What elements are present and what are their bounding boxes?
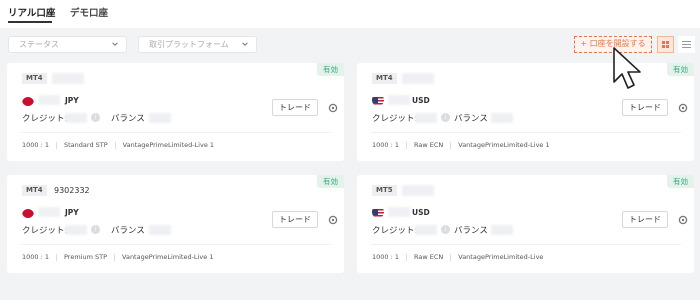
status-select-label: ステータス xyxy=(19,40,59,49)
account-card: 有効 MT4 9302332 JPY クレジット: i バランス トレード 10… xyxy=(7,175,344,273)
redacted-name xyxy=(388,95,410,105)
balance-label: バランス xyxy=(111,226,145,236)
trade-button[interactable]: トレード xyxy=(622,99,668,116)
account-number: 9302332 xyxy=(54,186,90,195)
account-type: Raw ECN xyxy=(414,253,444,261)
credit-label: クレジット: xyxy=(372,226,418,236)
active-tab-indicator xyxy=(8,21,52,23)
tab-real-account[interactable]: リアル口座 xyxy=(8,5,55,19)
balance-label: バランス xyxy=(454,226,488,236)
credit-label: クレジット: xyxy=(372,114,418,124)
server-name: VantagePrimeLimited-Live xyxy=(458,253,544,261)
grid-view-icon xyxy=(662,41,669,48)
redacted-account-number xyxy=(402,73,434,84)
platform-tag: MT4 xyxy=(372,73,397,84)
redacted-account-number xyxy=(52,73,84,84)
redacted-balance xyxy=(149,113,171,123)
account-details: 1000 : 1 Raw ECN VantagePrimeLimited-Live xyxy=(372,253,543,261)
trade-button[interactable]: トレード xyxy=(272,211,318,228)
currency-label: JPY xyxy=(65,96,79,105)
card-divider xyxy=(371,132,681,133)
grid-view-button[interactable] xyxy=(657,36,674,53)
card-divider xyxy=(21,132,331,133)
gear-icon[interactable] xyxy=(678,215,688,225)
status-select[interactable]: ステータス xyxy=(8,36,127,53)
status-badge: 有効 xyxy=(667,175,694,188)
redacted-credit xyxy=(65,225,87,235)
account-details: 1000 : 1 Raw ECN VantagePrimeLimited-Live … xyxy=(372,141,550,149)
status-badge: 有効 xyxy=(317,63,344,76)
redacted-credit xyxy=(65,113,87,123)
currency-label: USD xyxy=(412,208,430,217)
account-card: 有効 MT5 USD クレジット: i バランス トレード 1000 : 1 Ra… xyxy=(357,175,694,273)
info-icon[interactable]: i xyxy=(441,225,450,234)
account-details: 1000 : 1 Standard STP VantagePrimeLimited-… xyxy=(22,141,214,149)
account-card: 有効 MT4 JPY クレジット: i バランス トレード 1000 : 1 St… xyxy=(7,63,344,161)
credit-label: クレジット: xyxy=(22,114,68,124)
gear-icon[interactable] xyxy=(678,103,688,113)
leverage: 1000 : 1 xyxy=(372,141,399,149)
redacted-balance xyxy=(491,225,513,235)
card-divider xyxy=(21,244,331,245)
platform-tag: MT4 xyxy=(22,185,47,196)
leverage: 1000 : 1 xyxy=(372,253,399,261)
server-name: VantagePrimeLimited-Live 1 xyxy=(122,141,215,149)
currency-label: USD xyxy=(412,96,430,105)
gear-icon[interactable] xyxy=(328,103,338,113)
chevron-down-icon xyxy=(242,42,248,46)
tab-demo-account[interactable]: デモ口座 xyxy=(70,5,108,19)
platform-tag: MT5 xyxy=(372,185,397,196)
server-name: VantagePrimeLimited-Live 1 xyxy=(122,253,214,261)
account-type: Standard STP xyxy=(64,141,108,149)
redacted-balance xyxy=(149,225,171,235)
platform-select-label: 取引プラットフォーム xyxy=(149,40,229,49)
account-type: Raw ECN xyxy=(414,141,444,149)
leverage: 1000 : 1 xyxy=(22,141,49,149)
trade-button[interactable]: トレード xyxy=(272,99,318,116)
status-badge: 有効 xyxy=(317,175,344,188)
tab-bar: リアル口座 デモ口座 xyxy=(0,0,700,28)
credit-label: クレジット: xyxy=(22,226,68,236)
leverage: 1000 : 1 xyxy=(22,253,49,261)
trade-button[interactable]: トレード xyxy=(622,211,668,228)
info-icon[interactable]: i xyxy=(91,113,100,122)
list-view-icon xyxy=(682,41,691,48)
balance-label: バランス xyxy=(454,114,488,124)
usa-flag-icon xyxy=(372,206,384,218)
usa-flag-icon xyxy=(372,94,384,106)
redacted-name xyxy=(38,207,60,217)
platform-tag: MT4 xyxy=(22,73,47,84)
redacted-balance xyxy=(491,113,513,123)
redacted-name xyxy=(388,207,410,217)
mouse-cursor-icon xyxy=(613,47,641,89)
status-badge: 有効 xyxy=(667,63,694,76)
chevron-down-icon xyxy=(112,42,118,46)
balance-label: バランス xyxy=(111,114,145,124)
redacted-name xyxy=(38,95,60,105)
account-details: 1000 : 1 Premium STP VantagePrimeLimited-L… xyxy=(22,253,213,261)
info-icon[interactable]: i xyxy=(91,225,100,234)
account-type: Premium STP xyxy=(64,253,108,261)
card-divider xyxy=(371,244,681,245)
japan-flag-icon xyxy=(22,206,34,218)
japan-flag-icon xyxy=(22,94,34,106)
info-icon[interactable]: i xyxy=(441,113,450,122)
redacted-account-number xyxy=(402,185,434,196)
redacted-credit xyxy=(415,113,437,123)
currency-label: JPY xyxy=(65,208,79,217)
server-name: VantagePrimeLimited-Live 1 xyxy=(458,141,550,149)
gear-icon[interactable] xyxy=(328,215,338,225)
list-view-button[interactable] xyxy=(678,36,695,53)
redacted-credit xyxy=(415,225,437,235)
platform-select[interactable]: 取引プラットフォーム xyxy=(138,36,257,53)
